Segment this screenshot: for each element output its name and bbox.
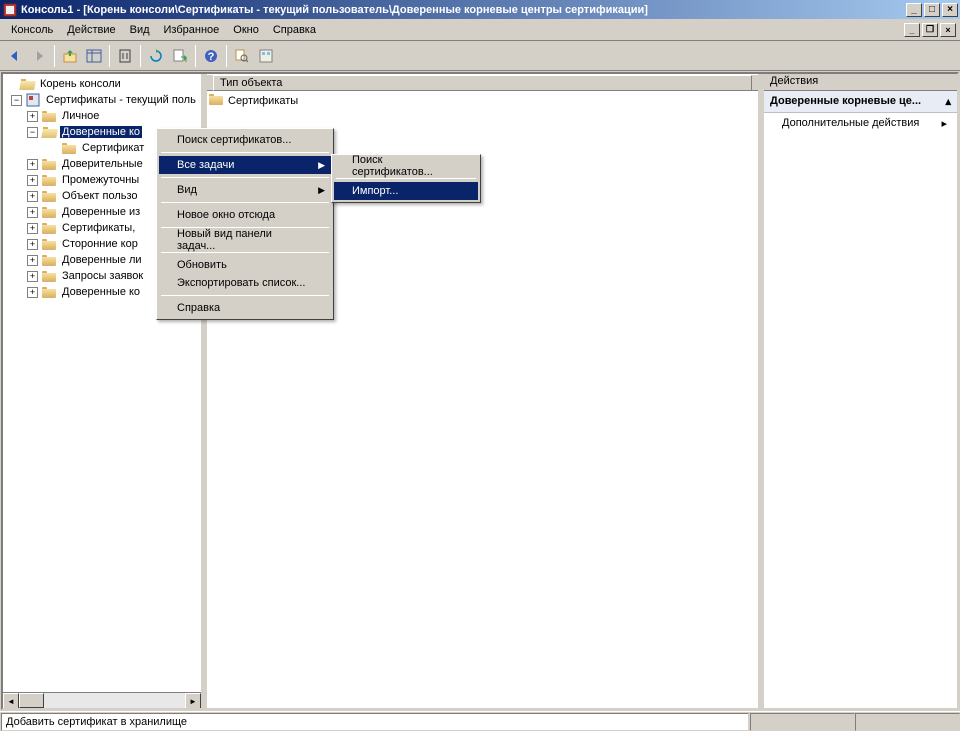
show-hide-tree-button[interactable] — [83, 45, 105, 67]
actions-panel: Действия Доверенные корневые це... ▴ Доп… — [762, 74, 957, 708]
forward-button[interactable] — [28, 45, 50, 67]
folder-icon — [41, 173, 57, 187]
expand-icon[interactable]: + — [27, 159, 38, 170]
menu-separator — [161, 177, 329, 178]
actions-section[interactable]: Доверенные корневые це... ▴ — [764, 91, 957, 113]
cert-snapin-icon — [25, 93, 41, 107]
folder-icon — [41, 157, 57, 171]
minimize-button[interactable]: _ — [906, 3, 922, 17]
menu-help[interactable]: Справка — [266, 22, 323, 38]
ctx-new-taskpad-view[interactable]: Новый вид панели задач... — [159, 231, 331, 249]
actions-more[interactable]: Дополнительные действия ▸ — [764, 113, 957, 134]
window-controls: _ □ × — [906, 3, 958, 17]
ctx-help[interactable]: Справка — [159, 299, 331, 317]
ctx-view[interactable]: Вид▶ — [159, 181, 331, 199]
menu-separator — [161, 152, 329, 153]
menu-view[interactable]: Вид — [123, 22, 157, 38]
folder-icon — [41, 253, 57, 267]
tree-root[interactable]: Корень консоли — [3, 76, 201, 92]
submenu-arrow-icon: ▶ — [318, 185, 325, 196]
up-button[interactable] — [59, 45, 81, 67]
refresh-button[interactable] — [145, 45, 167, 67]
menu-separator — [161, 252, 329, 253]
folder-icon — [41, 237, 57, 251]
maximize-button[interactable]: □ — [924, 3, 940, 17]
menu-separator — [161, 295, 329, 296]
folder-icon — [61, 141, 77, 155]
folder-icon — [19, 77, 35, 91]
export-list-button[interactable] — [169, 45, 191, 67]
expand-icon[interactable]: + — [27, 207, 38, 218]
collapse-icon[interactable]: − — [27, 127, 38, 138]
folder-open-icon — [41, 125, 57, 139]
submenu-all-tasks: Поиск сертификатов... Импорт... — [331, 154, 481, 203]
collapse-icon[interactable]: ▴ — [945, 95, 951, 108]
ctx-export-list[interactable]: Экспортировать список... — [159, 274, 331, 292]
options-button[interactable] — [255, 45, 277, 67]
ctx-new-window[interactable]: Новое окно отсюда — [159, 206, 331, 224]
mdi-minimize-button[interactable]: _ — [904, 23, 920, 37]
submenu-import[interactable]: Импорт... — [334, 182, 478, 200]
context-menu: Поиск сертификатов... Все задачи▶ Вид▶ Н… — [156, 128, 334, 320]
expand-icon[interactable]: + — [27, 191, 38, 202]
status-cell — [750, 713, 855, 731]
list-header[interactable]: Тип объекта — [207, 74, 758, 91]
expand-icon[interactable]: + — [27, 287, 38, 298]
actions-header: Действия — [764, 74, 957, 91]
horizontal-scrollbar[interactable]: ◄ ► — [3, 692, 201, 708]
expand-icon[interactable]: + — [27, 271, 38, 282]
menu-action[interactable]: Действие — [60, 22, 122, 38]
main-area: Корень консоли − Сертификаты - текущий п… — [1, 72, 959, 710]
tree-cert-user[interactable]: − Сертификаты - текущий поль — [3, 92, 201, 108]
folder-icon — [41, 205, 57, 219]
status-text: Добавить сертификат в хранилище — [1, 713, 749, 731]
expand-icon[interactable]: + — [27, 175, 38, 186]
menu-favorites[interactable]: Избранное — [157, 22, 227, 38]
folder-icon — [41, 221, 57, 235]
collapse-icon[interactable]: − — [11, 95, 22, 106]
folder-icon — [41, 285, 57, 299]
folder-icon — [41, 269, 57, 283]
help-button[interactable]: ? — [200, 45, 222, 67]
mdi-restore-button[interactable]: ❐ — [922, 23, 938, 37]
ctx-all-tasks[interactable]: Все задачи▶ — [159, 156, 331, 174]
menu-window[interactable]: Окно — [226, 22, 266, 38]
expand-icon[interactable]: + — [27, 223, 38, 234]
delete-button[interactable] — [114, 45, 136, 67]
status-bar: Добавить сертификат в хранилище — [0, 711, 960, 731]
svg-text:?: ? — [208, 51, 215, 63]
chevron-right-icon: ▸ — [941, 117, 947, 130]
back-button[interactable] — [4, 45, 26, 67]
folder-icon — [41, 189, 57, 203]
scroll-thumb[interactable] — [19, 693, 44, 708]
menu-console[interactable]: Консоль — [4, 22, 60, 38]
submenu-arrow-icon: ▶ — [318, 160, 325, 171]
scroll-left-button[interactable]: ◄ — [3, 693, 19, 708]
expand-icon[interactable]: + — [27, 255, 38, 266]
expand-icon[interactable]: + — [27, 239, 38, 250]
find-cert-button[interactable] — [231, 45, 253, 67]
status-cell — [855, 713, 960, 731]
folder-icon — [41, 109, 57, 123]
toolbar: ? — [0, 41, 960, 71]
tree-personal[interactable]: + Личное — [3, 108, 201, 124]
close-button[interactable]: × — [942, 3, 958, 17]
ctx-refresh[interactable]: Обновить — [159, 256, 331, 274]
menu-bar: Консоль Действие Вид Избранное Окно Спра… — [0, 19, 960, 41]
menu-separator — [161, 202, 329, 203]
title-bar: Консоль1 - [Корень консоли\Сертификаты -… — [0, 0, 960, 19]
folder-icon — [209, 94, 225, 108]
mdi-controls: _ ❐ × — [904, 23, 956, 37]
app-icon — [2, 2, 18, 18]
ctx-search-certificates[interactable]: Поиск сертификатов... — [159, 131, 331, 149]
expand-icon[interactable]: + — [27, 111, 38, 122]
window-title: Консоль1 - [Корень консоли\Сертификаты -… — [21, 4, 906, 16]
scroll-right-button[interactable]: ► — [185, 693, 201, 708]
column-header-type[interactable]: Тип объекта — [213, 75, 752, 91]
submenu-search-certificates[interactable]: Поиск сертификатов... — [334, 157, 478, 175]
menu-separator — [336, 178, 476, 179]
list-item-certificates[interactable]: Сертификаты — [209, 93, 756, 109]
mdi-close-button[interactable]: × — [940, 23, 956, 37]
